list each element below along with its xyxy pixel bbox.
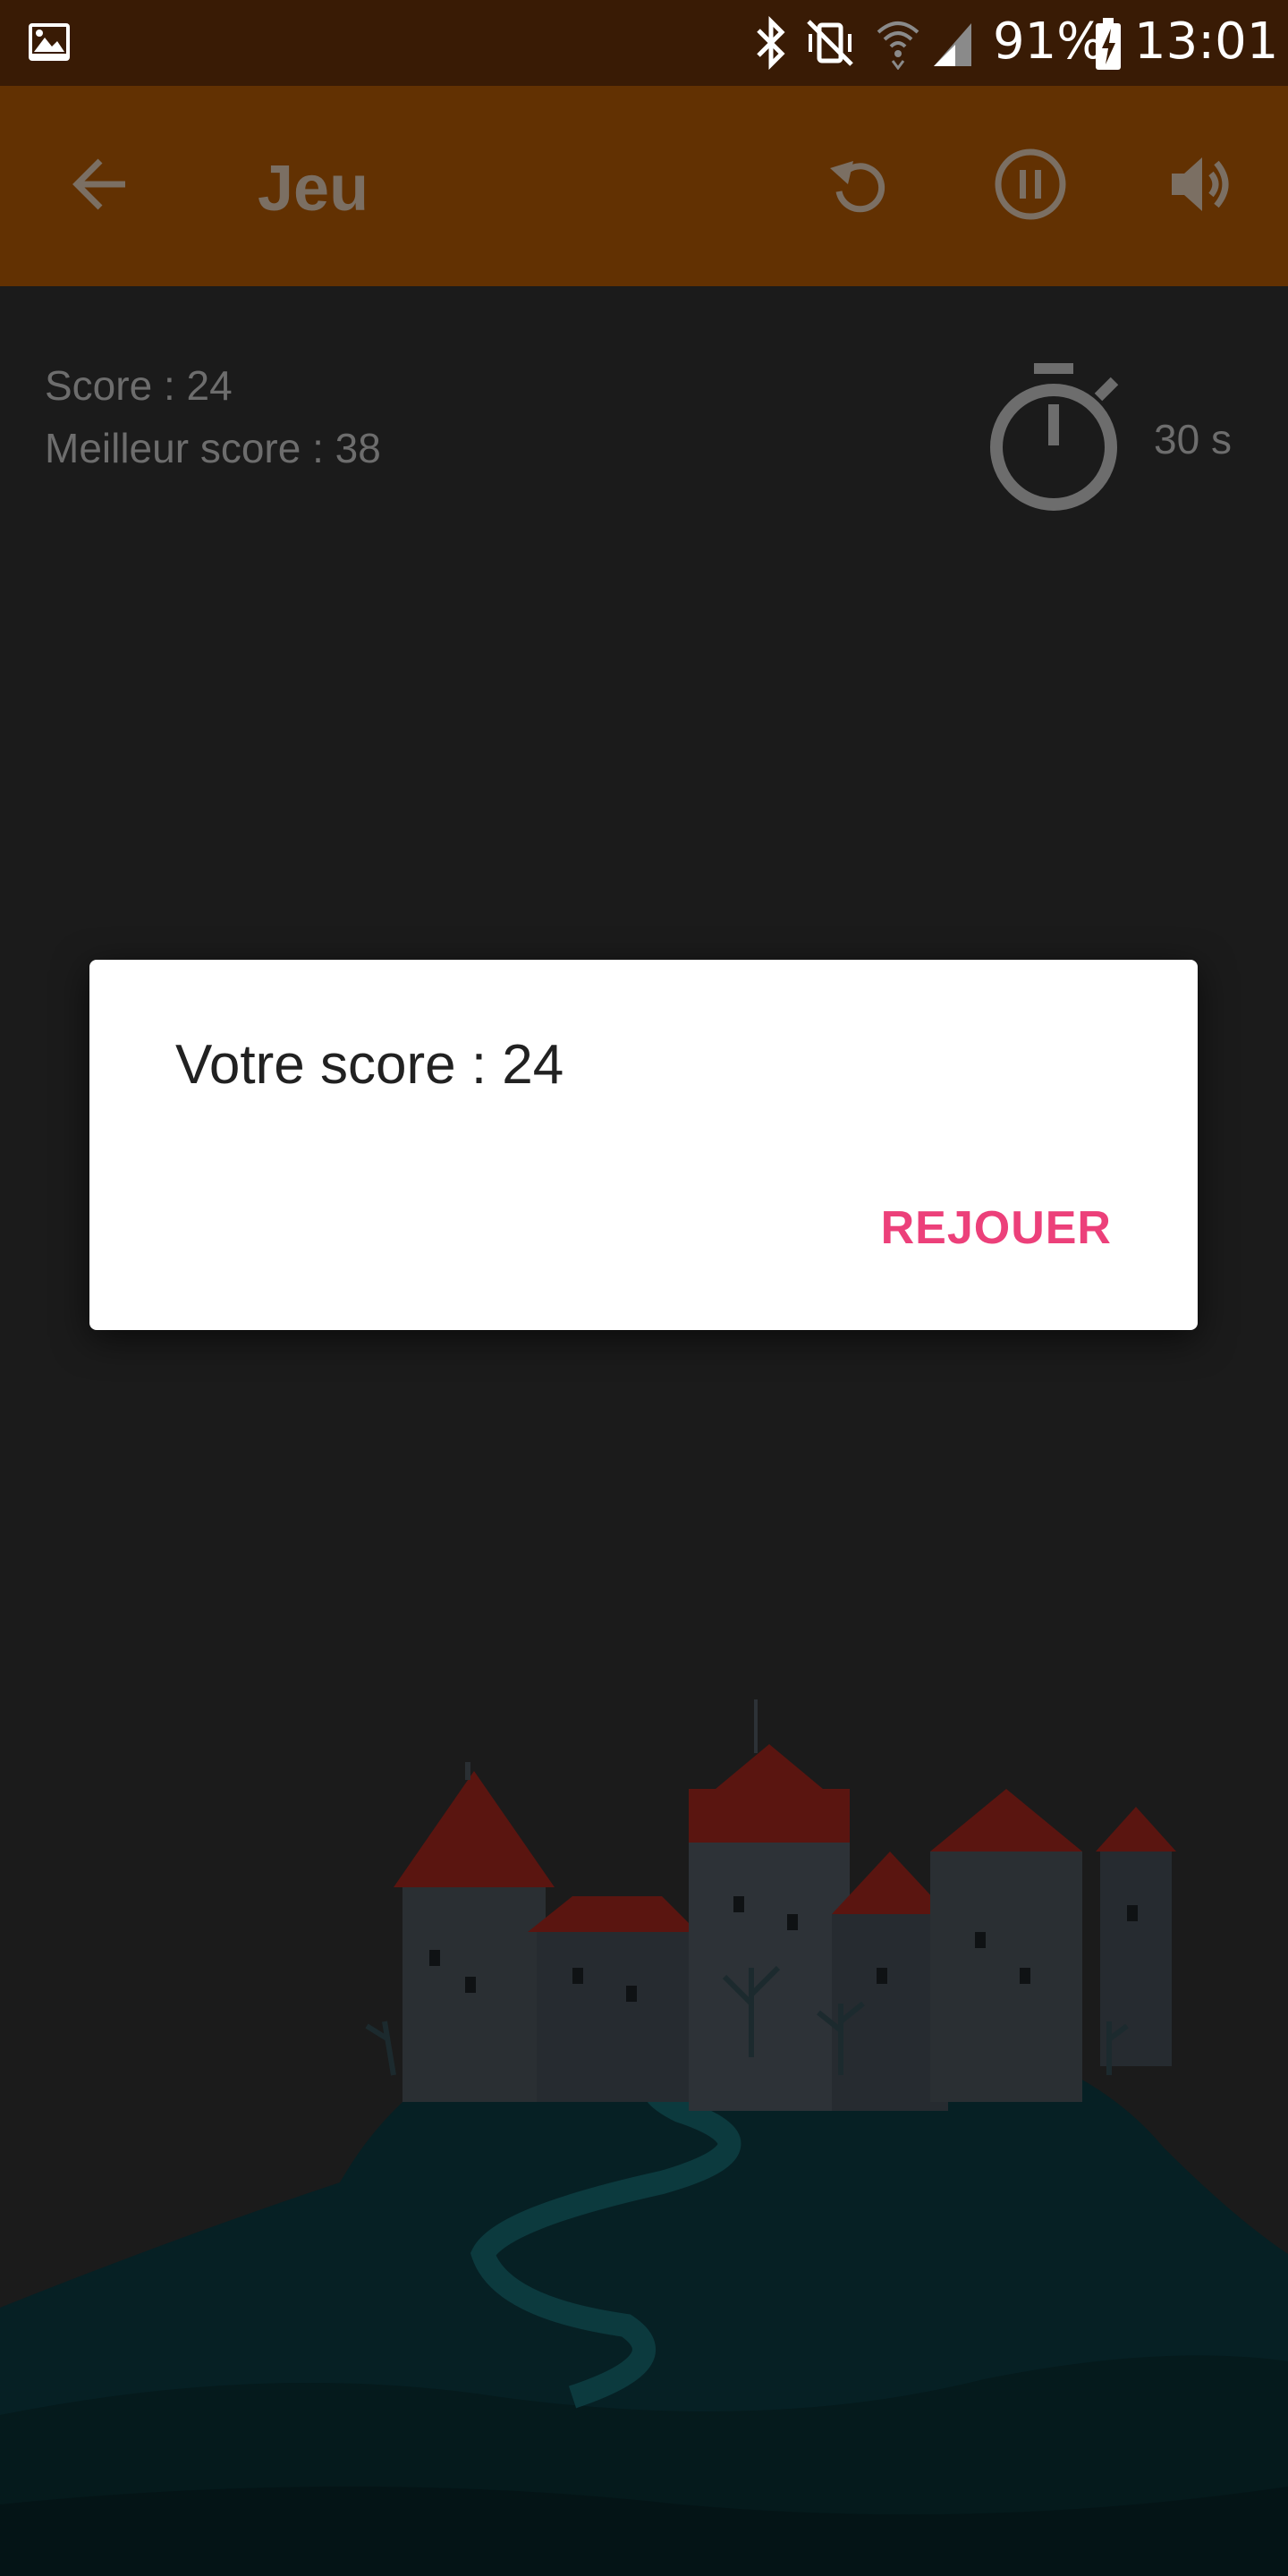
page-title: Jeu [258,153,369,225]
wifi-icon [875,16,921,74]
pause-icon [993,147,1068,226]
score-dialog: Votre score : 24 REJOUER [89,960,1198,1330]
battery-charging-icon [1093,16,1123,76]
clock: 13:01 [1134,13,1279,71]
back-button[interactable] [55,141,145,231]
battery-percent: 91% [993,13,1105,71]
replay-dialog-button[interactable]: REJOUER [881,1201,1112,1255]
app-toolbar: Jeu [0,86,1288,286]
volume-button[interactable] [1157,141,1247,231]
dialog-message: Votre score : 24 [175,1034,564,1096]
castle-illustration [0,1699,1288,2576]
volume-icon [1165,147,1240,226]
replay-icon [823,148,894,225]
back-arrow-icon [68,152,132,221]
best-score-label: Meilleur score : 38 [45,425,381,471]
score-label: Score : 24 [45,362,233,409]
replay-button[interactable] [814,141,903,231]
pause-button[interactable] [986,141,1075,231]
bluetooth-icon [753,15,789,74]
stopwatch-icon [984,358,1127,523]
mute-vibrate-icon [803,16,857,74]
status-bar: 91% 13:01 [0,0,1288,86]
signal-icon [930,16,975,74]
timer-value: 30 s [1154,416,1232,462]
image-icon [27,21,72,67]
